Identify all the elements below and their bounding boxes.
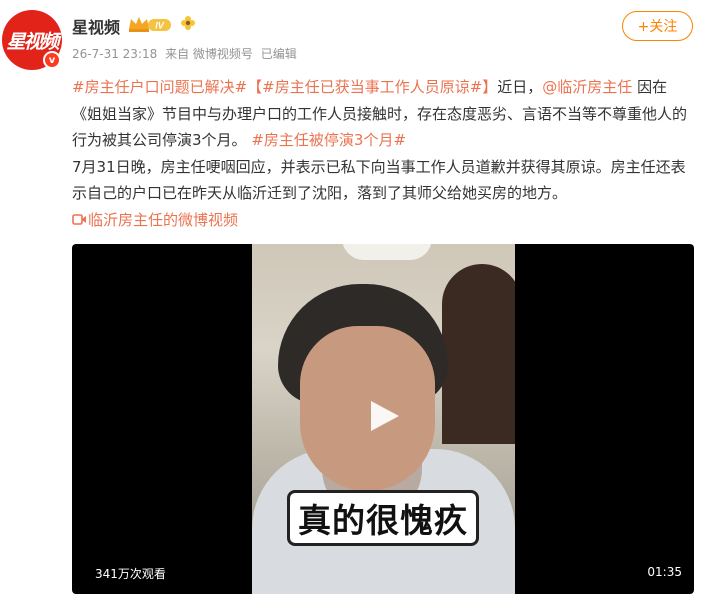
hashtag-resolved[interactable]: #房主任户口问题已解决# — [72, 78, 247, 96]
video-duration: 01:35 — [647, 565, 682, 579]
mention-link[interactable]: @临沂房主任 — [542, 78, 632, 96]
video-link-label: 临沂房主任的微博视频 — [88, 210, 239, 229]
video-link[interactable]: 临沂房主任的微博视频 — [72, 211, 238, 229]
follow-button[interactable]: +关注 — [622, 11, 693, 41]
background-furniture — [442, 264, 515, 444]
video-link-icon — [72, 213, 86, 225]
post-time[interactable]: 26-7-31 23:18 — [72, 47, 157, 61]
verified-icon: v — [43, 51, 61, 69]
crown-icon: IV — [129, 17, 171, 32]
view-count: 341万次观看 — [95, 567, 166, 581]
avatar-logo-text: 星视频 — [6, 30, 59, 53]
hashtag-forgiven[interactable]: 【#房主任已获当事工作人员原谅#】 — [247, 78, 497, 96]
post-text-recent: 近日， — [497, 78, 543, 96]
hashtag-suspended[interactable]: #房主任被停演3个月# — [251, 131, 406, 149]
play-icon[interactable] — [365, 397, 403, 435]
post-body-2: 7月31日晚，房主任哽咽回应，并表示已私下向当事工作人员道歉并获得其原谅。房主任… — [72, 157, 686, 203]
video-caption: 真的很愧疚 — [287, 490, 479, 546]
post-source: 来自 微博视频号 — [165, 47, 253, 61]
video-player[interactable]: 真的很愧疚 341万次观看 01:35 — [72, 244, 694, 594]
level-badge: IV — [155, 21, 165, 31]
follow-label: +关注 — [637, 19, 678, 35]
user-name[interactable]: 星视频 — [72, 14, 120, 38]
edited-label: 已编辑 — [260, 47, 297, 61]
post-text: #房主任户口问题已解决#【#房主任已获当事工作人员原谅#】近日，@临沂房主任 因… — [72, 74, 692, 233]
post-meta: 26-7-31 23:18 来自 微博视频号 已编辑 — [72, 45, 301, 62]
ceiling-lamp — [342, 244, 432, 260]
flower-icon — [181, 16, 195, 30]
